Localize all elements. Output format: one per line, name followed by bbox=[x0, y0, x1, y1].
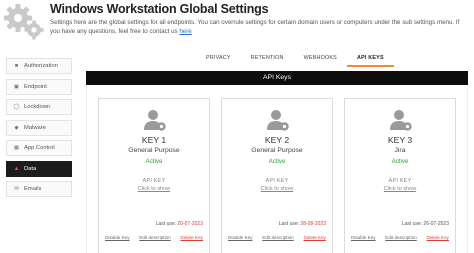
settings-sidebar: ■ Authorization ▣ Endpoint ◯ Lockdown ◆ … bbox=[6, 58, 72, 202]
api-key-label: API KEY bbox=[142, 178, 166, 184]
sidebar-item-emails[interactable]: ✉ Emails bbox=[6, 181, 72, 197]
user-gear-icon bbox=[390, 110, 412, 131]
sidebar-item-label: App Control bbox=[24, 145, 55, 151]
bug-icon: ◆ bbox=[14, 124, 19, 131]
api-keys-panel: KEY 1 General Purpose Active API KEY Cli… bbox=[86, 86, 468, 253]
sidebar-item-data[interactable]: ▲ Data bbox=[6, 160, 72, 177]
page-title: Windows Workstation Global Settings bbox=[50, 2, 269, 16]
last-use: Last use: 28-08-2023 bbox=[279, 221, 326, 227]
settings-tabs: PRIVACY RETENTION WEBHOOKS API KEYS bbox=[196, 53, 394, 67]
tab-retention[interactable]: RETENTION bbox=[241, 53, 294, 67]
sidebar-item-authorization[interactable]: ■ Authorization bbox=[6, 58, 72, 74]
api-key-card: KEY 2 General Purpose Active API KEY Cli… bbox=[221, 98, 333, 253]
edit-description-link[interactable]: Edit description bbox=[139, 235, 170, 240]
key-purpose: General Purpose bbox=[128, 147, 180, 154]
disable-key-link[interactable]: Disable Key bbox=[228, 235, 253, 240]
tab-webhooks[interactable]: WEBHOOKS bbox=[294, 53, 347, 67]
page-header: Windows Workstation Global Settings Sett… bbox=[0, 0, 474, 44]
last-use-label: Last use: bbox=[155, 221, 177, 227]
sidebar-item-app-control[interactable]: ▦ App Control bbox=[6, 140, 72, 156]
disable-key-link[interactable]: Disable Key bbox=[351, 235, 376, 240]
key-name: KEY 2 bbox=[264, 135, 290, 145]
sidebar-item-endpoint[interactable]: ▣ Endpoint bbox=[6, 78, 72, 95]
key-actions: Disable Key Edit description Delete Key bbox=[105, 235, 203, 240]
api-key-card: KEY 1 General Purpose Active API KEY Cli… bbox=[98, 98, 210, 253]
status-badge: Active bbox=[145, 158, 163, 165]
delete-key-link[interactable]: Delete Key bbox=[181, 235, 203, 240]
edit-description-link[interactable]: Edit description bbox=[262, 235, 293, 240]
sidebar-item-label: Lockdown bbox=[24, 104, 51, 110]
sidebar-item-label: Malware bbox=[24, 124, 46, 131]
sidebar-item-label: Emails bbox=[24, 186, 42, 192]
show-key-link[interactable]: Click to show bbox=[99, 186, 209, 192]
show-key-link[interactable]: Click to show bbox=[345, 186, 455, 192]
contact-link[interactable]: here bbox=[179, 28, 191, 35]
key-name: KEY 1 bbox=[141, 135, 167, 145]
last-use-date: 26-07-2023 bbox=[423, 221, 449, 227]
key-name: KEY 3 bbox=[387, 135, 413, 145]
description-text: Settings here are the global settings fo… bbox=[50, 19, 460, 35]
sidebar-item-label: Authorization bbox=[24, 63, 58, 69]
key-purpose: Jira bbox=[394, 147, 406, 154]
key-actions: Disable Key Edit description Delete Key bbox=[228, 235, 326, 240]
api-key-card: KEY 3 Jira Active API KEY Click to show … bbox=[344, 98, 456, 253]
status-badge: Active bbox=[391, 158, 409, 165]
key-actions: Disable Key Edit description Delete Key bbox=[351, 235, 449, 240]
sidebar-item-lockdown[interactable]: ◯ Lockdown bbox=[6, 99, 72, 115]
sidebar-item-label: Endpoint bbox=[24, 83, 47, 90]
delete-key-link[interactable]: Delete Key bbox=[427, 235, 449, 240]
api-keys-heading: API Keys bbox=[86, 71, 468, 85]
last-use-label: Last use: bbox=[278, 221, 300, 227]
lock-icon: ■ bbox=[14, 63, 19, 69]
tab-api-keys[interactable]: API KEYS bbox=[346, 53, 394, 67]
computer-icon: ▣ bbox=[13, 83, 20, 90]
tab-privacy[interactable]: PRIVACY bbox=[196, 53, 241, 67]
disable-key-link[interactable]: Disable Key bbox=[105, 235, 130, 240]
user-gear-icon bbox=[267, 110, 289, 131]
page-description: Settings here are the global settings fo… bbox=[50, 18, 470, 36]
data-icon: ▲ bbox=[13, 165, 20, 172]
user-gear-icon bbox=[144, 110, 166, 131]
last-use-date: 20-07-2023 bbox=[177, 221, 203, 227]
last-use-date: 28-08-2023 bbox=[300, 221, 326, 227]
show-key-link[interactable]: Click to show bbox=[222, 186, 332, 192]
last-use: Last use: 26-07-2023 bbox=[402, 221, 449, 227]
sidebar-item-malware[interactable]: ◆ Malware bbox=[6, 119, 72, 136]
api-key-label: API KEY bbox=[388, 178, 412, 184]
edit-description-link[interactable]: Edit description bbox=[385, 235, 416, 240]
last-use-label: Last use: bbox=[401, 221, 423, 227]
gear-icon bbox=[4, 4, 44, 40]
status-badge: Active bbox=[268, 158, 286, 165]
lockdown-icon: ◯ bbox=[13, 104, 20, 110]
sidebar-item-label: Data bbox=[24, 165, 37, 172]
key-purpose: General Purpose bbox=[251, 147, 303, 154]
app-icon: ▦ bbox=[13, 145, 20, 151]
api-key-label: API KEY bbox=[265, 178, 289, 184]
last-use: Last use: 20-07-2023 bbox=[156, 221, 203, 227]
delete-key-link[interactable]: Delete Key bbox=[304, 235, 326, 240]
mail-icon: ✉ bbox=[14, 186, 19, 192]
